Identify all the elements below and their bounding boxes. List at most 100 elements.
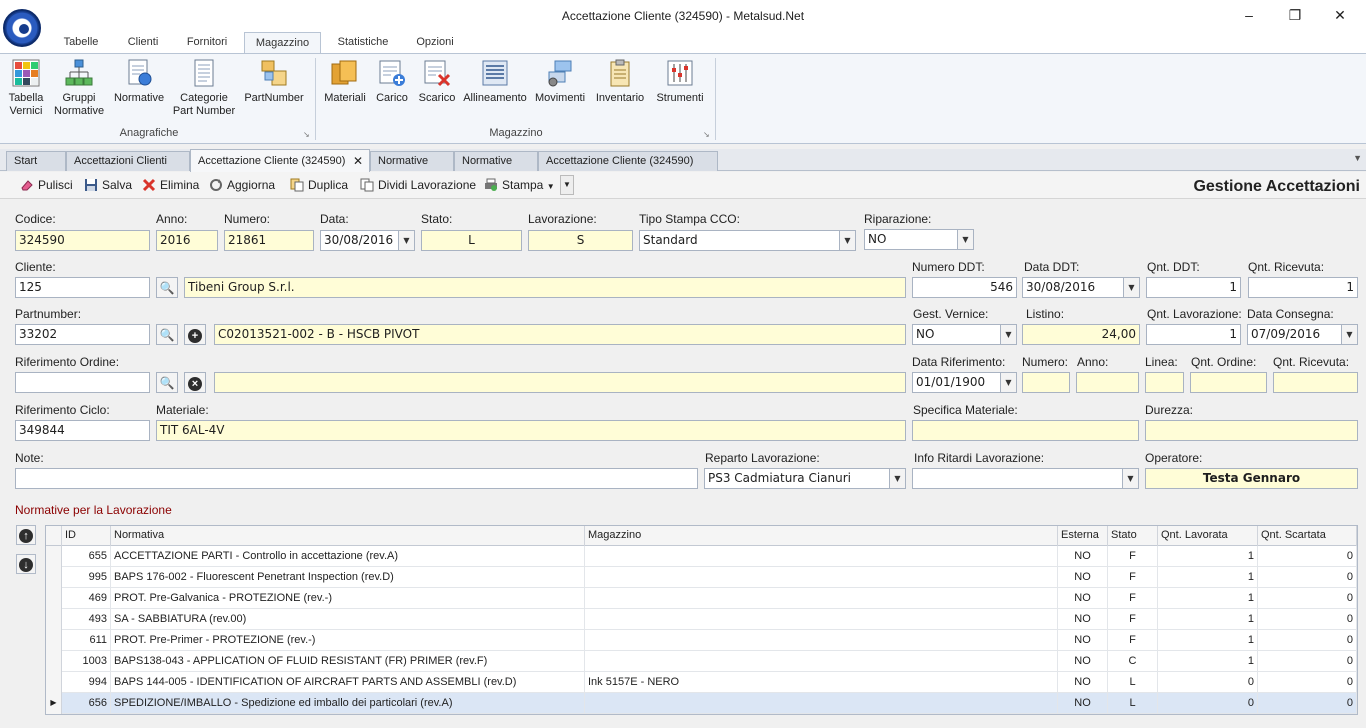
chevron-down-icon[interactable]: ▼	[957, 230, 973, 249]
rif-ordine-code-field[interactable]	[15, 372, 150, 393]
rif-ordine-desc-field[interactable]	[214, 372, 906, 393]
tabella-vernici-button[interactable]: Tabella Vernici	[4, 58, 48, 118]
qnt-ricevuta2-field[interactable]	[1273, 372, 1358, 393]
toolbar-overflow-icon[interactable]: ▼	[560, 175, 574, 195]
gruppi-normative-button[interactable]: Gruppi Normative	[54, 58, 104, 118]
move-down-button[interactable]: ↓	[16, 554, 36, 574]
rif-ciclo-field[interactable]: 349844	[15, 420, 150, 441]
tabs-overflow-icon[interactable]: ▼	[1353, 153, 1362, 163]
table-row[interactable]: 655 ACCETTAZIONE PARTI - Controllo in ac…	[46, 546, 1357, 567]
riparazione-select[interactable]: NO ▼	[864, 229, 974, 250]
table-row-selected[interactable]: ▶ 656 SPEDIZIONE/IMBALLO - Spedizione ed…	[46, 693, 1357, 714]
chevron-down-icon[interactable]: ▼	[1000, 325, 1016, 344]
doc-tab-normative-2[interactable]: Normative	[454, 151, 538, 171]
chevron-down-icon[interactable]: ▼	[1122, 469, 1138, 488]
stato-field[interactable]: L	[421, 230, 522, 251]
pulisci-button[interactable]: Pulisci	[20, 177, 73, 195]
listino-field[interactable]: 24,00	[1022, 324, 1140, 345]
partnumber-desc-field[interactable]: C02013521-002 - B - HSCB PIVOT	[214, 324, 906, 345]
anno2-field[interactable]	[1076, 372, 1139, 393]
data-riferimento-date-picker[interactable]: 01/01/1900 ▼	[912, 372, 1017, 393]
ribbon-tab-opzioni[interactable]: Opzioni	[407, 32, 463, 53]
qnt-lavorazione-field[interactable]: 1	[1146, 324, 1241, 345]
doc-tab-accettazioni-clienti[interactable]: Accettazioni Clienti	[66, 151, 190, 171]
note-field[interactable]	[15, 468, 698, 489]
ribbon-tab-magazzino[interactable]: Magazzino	[244, 32, 321, 54]
rif-ordine-clear-button[interactable]: ×	[184, 372, 206, 393]
cliente-code-field[interactable]: 125	[15, 277, 150, 298]
doc-tab-start[interactable]: Start	[6, 151, 66, 171]
linea-field[interactable]	[1145, 372, 1184, 393]
col-header-magazzino[interactable]: Magazzino	[585, 526, 1058, 546]
partnumber-code-field[interactable]: 33202	[15, 324, 150, 345]
ribbon-tab-clienti[interactable]: Clienti	[116, 32, 170, 53]
data-date-picker[interactable]: 30/08/2016 ▼	[320, 230, 415, 251]
lavorazione-field[interactable]: S	[528, 230, 633, 251]
specifica-materiale-field[interactable]	[912, 420, 1139, 441]
col-header-stato[interactable]: Stato	[1108, 526, 1158, 546]
move-up-button[interactable]: ↑	[16, 525, 36, 545]
table-row[interactable]: 493 SA - SABBIATURA (rev.00) NO F 1 0	[46, 609, 1357, 630]
qnt-ddt-field[interactable]: 1	[1146, 277, 1241, 298]
chevron-down-icon[interactable]: ▼	[1341, 325, 1357, 344]
ribbon-tab-fornitori[interactable]: Fornitori	[176, 32, 238, 53]
data-ddt-date-picker[interactable]: 30/08/2016 ▼	[1022, 277, 1140, 298]
carico-button[interactable]: Carico	[372, 58, 412, 105]
close-tab-icon[interactable]: ✕	[353, 150, 363, 172]
operatore-field[interactable]: Testa Gennaro	[1145, 468, 1358, 489]
movimenti-button[interactable]: Movimenti	[532, 58, 588, 105]
partnumber-search-button[interactable]: 🔍	[156, 324, 178, 345]
materiali-button[interactable]: Materiali	[322, 58, 368, 105]
table-row[interactable]: 611 PROT. Pre-Primer - PROTEZIONE (rev.-…	[46, 630, 1357, 651]
table-row[interactable]: 469 PROT. Pre-Galvanica - PROTEZIONE (re…	[46, 588, 1357, 609]
partnumber-add-button[interactable]: +	[184, 324, 206, 345]
categorie-part-number-button[interactable]: Categorie Part Number	[172, 58, 236, 118]
codice-field[interactable]: 324590	[15, 230, 150, 251]
anagrafiche-launcher-icon[interactable]: ↘	[303, 130, 310, 139]
qnt-ordine-field[interactable]	[1190, 372, 1267, 393]
close-window-icon[interactable]: ✕	[1323, 4, 1357, 26]
stampa-button[interactable]: Stampa ▼	[484, 177, 555, 195]
numero-field[interactable]: 21861	[224, 230, 314, 251]
reparto-select[interactable]: PS3 Cadmiatura Cianuri ▼	[704, 468, 906, 489]
col-header-qnt-scartata[interactable]: Qnt. Scartata	[1258, 526, 1357, 546]
cliente-search-button[interactable]: 🔍	[156, 277, 178, 298]
inventario-button[interactable]: Inventario	[592, 58, 648, 105]
gest-vernice-select[interactable]: NO ▼	[912, 324, 1017, 345]
chevron-down-icon[interactable]: ▼	[1000, 373, 1016, 392]
col-header-esterna[interactable]: Esterna	[1058, 526, 1108, 546]
chevron-down-icon[interactable]: ▼	[839, 231, 855, 250]
rif-ordine-search-button[interactable]: 🔍	[156, 372, 178, 393]
partnumber-button[interactable]: PartNumber	[242, 58, 306, 105]
allineamento-button[interactable]: Allineamento	[462, 58, 528, 105]
magazzino-launcher-icon[interactable]: ↘	[703, 130, 710, 139]
chevron-down-icon[interactable]: ▼	[1123, 278, 1139, 297]
elimina-button[interactable]: Elimina	[142, 177, 199, 195]
app-logo-icon[interactable]	[3, 9, 41, 47]
table-row[interactable]: 1003 BAPS138-043 - APPLICATION OF FLUID …	[46, 651, 1357, 672]
cliente-name-field[interactable]: Tibeni Group S.r.l.	[184, 277, 906, 298]
table-row[interactable]: 995 BAPS 176-002 - Fluorescent Penetrant…	[46, 567, 1357, 588]
ribbon-tab-tabelle[interactable]: Tabelle	[52, 32, 110, 53]
duplica-button[interactable]: Duplica	[290, 177, 348, 195]
dividi-lavorazione-button[interactable]: Dividi Lavorazione	[360, 177, 476, 195]
doc-tab-normative[interactable]: Normative	[370, 151, 454, 171]
table-row[interactable]: 994 BAPS 144-005 - IDENTIFICATION OF AIR…	[46, 672, 1357, 693]
doc-tab-accettazione-cliente-2[interactable]: Accettazione Cliente (324590)	[538, 151, 718, 171]
normative-button[interactable]: Normative	[110, 58, 168, 105]
qnt-ricevuta-field[interactable]: 1	[1248, 277, 1358, 298]
salva-button[interactable]: Salva	[84, 177, 132, 195]
minimize-icon[interactable]: –	[1232, 4, 1266, 26]
durezza-field[interactable]	[1145, 420, 1358, 441]
data-consegna-date-picker[interactable]: 07/09/2016 ▼	[1247, 324, 1358, 345]
anno-field[interactable]: 2016	[156, 230, 218, 251]
chevron-down-icon[interactable]: ▼	[398, 231, 414, 250]
materiale-field[interactable]: TIT 6AL-4V	[156, 420, 906, 441]
ribbon-tab-statistiche[interactable]: Statistiche	[327, 32, 399, 53]
col-header-id[interactable]: ID	[62, 526, 111, 546]
tipo-stampa-select[interactable]: Standard ▼	[639, 230, 856, 251]
numero2-field[interactable]	[1022, 372, 1070, 393]
info-ritardi-select[interactable]: ▼	[912, 468, 1139, 489]
aggiorna-button[interactable]: Aggiorna	[209, 177, 275, 195]
doc-tab-accettazione-cliente-active[interactable]: Accettazione Cliente (324590) ✕	[190, 149, 370, 172]
